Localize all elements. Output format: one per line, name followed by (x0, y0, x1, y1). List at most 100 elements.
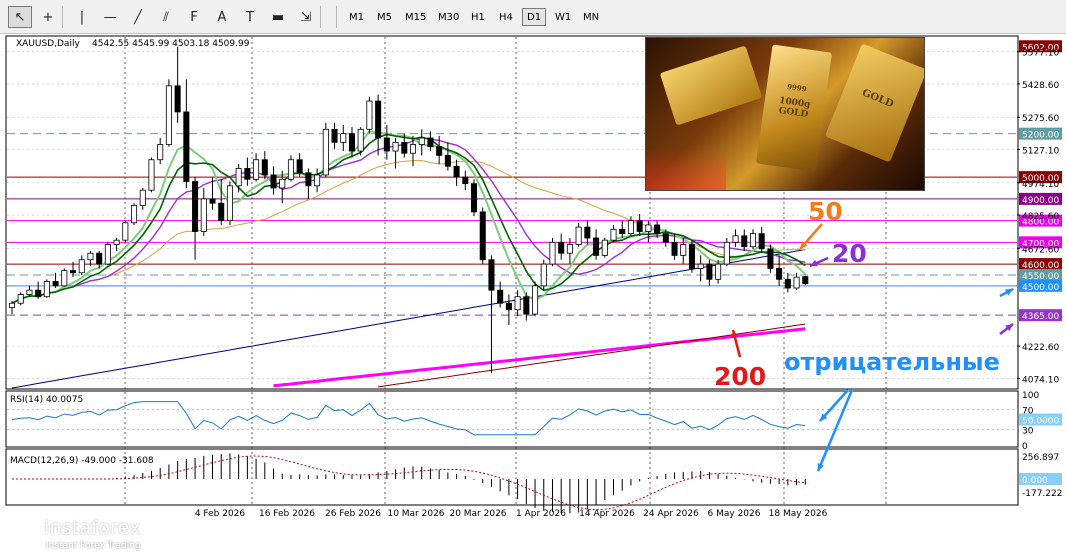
candle-bull (392, 141, 399, 152)
candle-bear (662, 233, 669, 243)
crosshair-icon[interactable]: + (36, 6, 60, 28)
rsi-axis-label: 50.0000 (1022, 417, 1059, 427)
x-tick-label: 1 Apr 2026 (516, 509, 566, 519)
annotation-ma200: 200 (714, 362, 766, 391)
candle-bull (645, 224, 652, 232)
x-tick-label: 10 Mar 2026 (387, 509, 444, 519)
y-tick-label: 4974.10 (1022, 180, 1059, 190)
fibonacci-icon[interactable]: F (182, 6, 206, 28)
horizontal-line-icon[interactable]: — (98, 6, 122, 28)
chart-area[interactable]: 5602.00 5200.00 5000.00 4900.00 4800.00 4700.… (0, 34, 1066, 551)
rsi-axis-label: 30 (1022, 427, 1034, 437)
rectangle-icon[interactable]: ▬ (266, 6, 290, 28)
timeframe-m15[interactable]: M15 (400, 8, 431, 26)
annotation-ma50: 50 (808, 197, 843, 226)
candle-bull (279, 178, 286, 189)
x-tick-label: 4 Feb 2026 (195, 509, 246, 519)
text-label-icon[interactable]: T (238, 6, 262, 28)
toolbar-separator (336, 6, 337, 28)
level-tag-label: 4500.00 (1022, 283, 1059, 293)
candle-bull (78, 259, 85, 274)
candle-bull (723, 241, 730, 265)
timeframe-mn[interactable]: MN (578, 8, 604, 26)
candle-bear (462, 176, 469, 185)
candle-bear (741, 235, 748, 248)
gold-bar-stamp: GOLD (860, 87, 896, 111)
timeframe-m5[interactable]: M5 (372, 8, 397, 26)
candle-bear (593, 237, 600, 256)
arrow-shapes-icon[interactable]: ⇲ (294, 6, 318, 28)
candle-bull (322, 128, 329, 176)
candle-bull (793, 276, 800, 289)
candle-bull (148, 159, 155, 191)
timeframe-h1[interactable]: H1 (466, 8, 490, 26)
candle-bear (96, 252, 103, 265)
cursor-icon[interactable]: ↖ (8, 6, 32, 28)
candle-bear (497, 289, 504, 304)
candle-bear (261, 159, 268, 176)
candle-bull (314, 174, 321, 187)
candle-bull (357, 128, 364, 152)
toolbar-separator (62, 6, 63, 28)
candle-bear (776, 268, 783, 280)
y-tick-label: 5275.60 (1022, 114, 1059, 124)
timeframe-m1[interactable]: M1 (344, 8, 369, 26)
candle-bear (209, 198, 216, 204)
level-tag-label: 5200.00 (1022, 131, 1059, 141)
candle-bear (767, 248, 774, 269)
x-tick-label: 24 Apr 2026 (643, 509, 699, 519)
candle-bull (340, 133, 347, 143)
candle-bear (70, 270, 77, 274)
level-tag-label: 4900.00 (1022, 196, 1059, 206)
y-tick-label: 5428.60 (1022, 81, 1059, 91)
candle-bull (715, 263, 722, 280)
candle-bear (444, 154, 451, 167)
candle-bull (200, 198, 207, 232)
watermark-name: instaforex (44, 517, 141, 539)
candle-bull (749, 233, 756, 248)
timeframe-w1[interactable]: W1 (550, 8, 576, 26)
candle-bull (532, 285, 539, 315)
equidistant-channel-icon[interactable]: ⫽ (154, 6, 178, 28)
candle-bull (732, 235, 739, 243)
rsi-label: RSI(14) 40.0075 (10, 395, 83, 405)
timeframe-m30[interactable]: M30 (433, 8, 464, 26)
x-tick-label: 16 Feb 2026 (259, 509, 315, 519)
candle-bear (654, 224, 661, 235)
x-tick-label: 26 Feb 2026 (325, 509, 381, 519)
macd-axis-label: 256.897 (1022, 453, 1059, 463)
gold-bar-image: 1000g GOLD 9999 (755, 44, 833, 172)
annotation-ma20: 20 (832, 239, 867, 268)
rsi-axis-label: 100 (1022, 391, 1039, 401)
level-tag-label: 4365.00 (1022, 312, 1059, 322)
candle-bull (157, 144, 164, 161)
trendline-icon[interactable]: ╱ (126, 6, 150, 28)
vertical-line-icon[interactable]: | (70, 6, 94, 28)
candle-bear (671, 241, 678, 256)
candle-bull (131, 204, 138, 224)
candle-bull (235, 168, 242, 187)
macd-axis-label: -177.222 (1022, 489, 1062, 499)
timeframe-d1[interactable]: D1 (522, 8, 547, 26)
candle-bear (758, 233, 765, 250)
y-tick-label: 5127.10 (1022, 147, 1059, 157)
candle-bear (636, 220, 643, 232)
candle-bull (366, 100, 373, 130)
candle-bull (549, 241, 556, 265)
candle-bear (471, 183, 478, 213)
candle-bear (505, 302, 512, 311)
candle-bull (139, 189, 146, 206)
timeframe-h4[interactable]: H4 (494, 8, 518, 26)
candle-bear (558, 241, 565, 254)
candle-bull (43, 281, 50, 298)
chart-symbol: XAUUSD,Daily (16, 39, 80, 49)
chart-ohlc: 4542.55 4545.99 4503.18 4509.99 (92, 39, 250, 49)
candle-bear (401, 141, 408, 154)
candle-bull (697, 263, 704, 269)
candle-bull (540, 263, 547, 287)
text-icon[interactable]: A (210, 6, 234, 28)
x-tick-label: 18 May 2026 (769, 509, 828, 519)
gold-bars-photo: 1000g GOLD 9999 GOLD (645, 37, 925, 191)
candle-bear (331, 128, 338, 143)
candle-bull (165, 85, 172, 145)
